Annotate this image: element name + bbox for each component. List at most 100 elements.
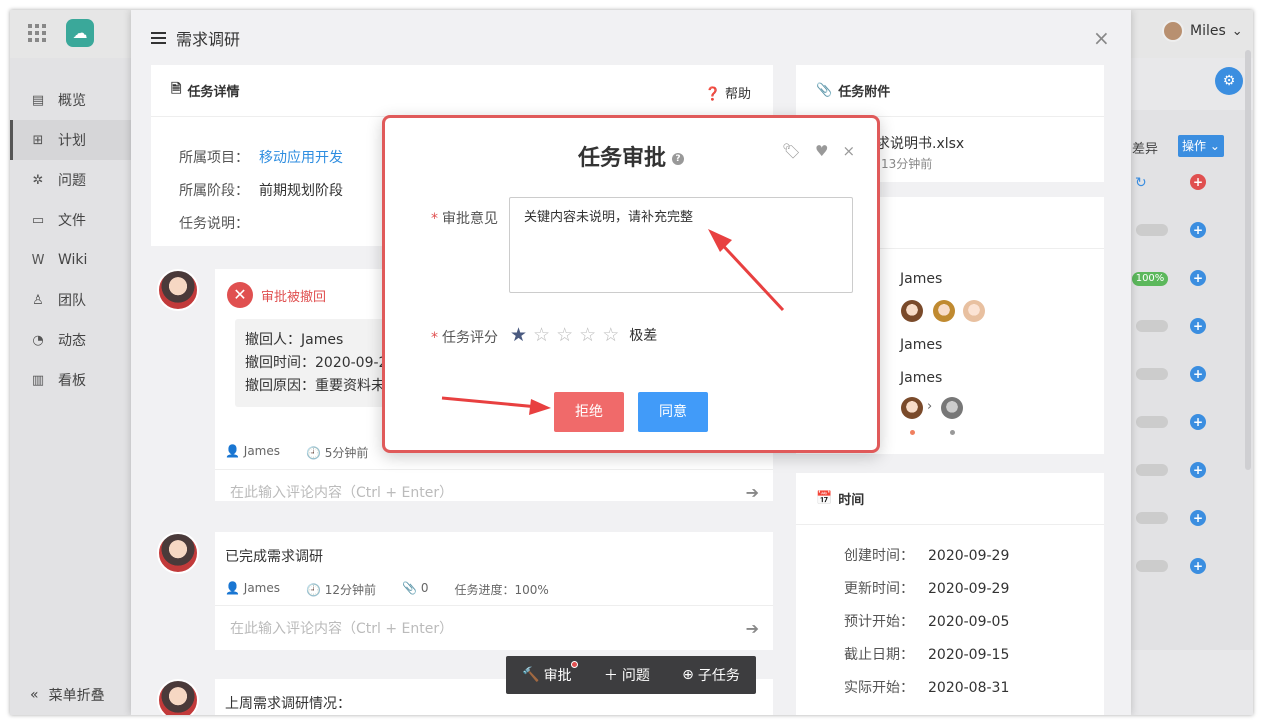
sidebar-item-team[interactable]: ♙ 团队 <box>10 280 131 320</box>
add-icon[interactable]: + <box>1190 414 1206 430</box>
folder-icon: ▭ <box>31 212 45 228</box>
flow-avatar <box>941 397 963 419</box>
stage-row: 所属阶段： 前期规划阶段 <box>179 183 343 199</box>
sidebar-item-overview[interactable]: ▤ 概览 <box>10 80 131 120</box>
sidebar-item-board[interactable]: ▥ 看板 <box>10 360 131 400</box>
wiki-icon: W <box>31 252 45 268</box>
close-icon[interactable]: × <box>843 142 856 160</box>
add-subtask-button[interactable]: ⊕ 子任务 <box>682 665 740 685</box>
rating-label: * 任务评分 <box>431 330 498 346</box>
comment-input[interactable]: 在此输入评论内容（Ctrl + Enter） ➔ <box>215 469 773 515</box>
send-arrow-icon[interactable]: ➔ <box>746 470 759 516</box>
sidebar-item-label: 概览 <box>58 93 86 109</box>
cloud-logo-icon[interactable]: ☁ <box>66 19 94 47</box>
commenter-avatar <box>157 269 199 311</box>
help-link[interactable]: ❓ 帮助 <box>705 83 751 102</box>
reject-button[interactable]: 拒绝 <box>554 392 624 432</box>
bg-column-label: 差异 <box>1132 142 1159 157</box>
progress-bar <box>1136 224 1168 236</box>
add-icon[interactable]: + <box>1190 510 1206 526</box>
refresh-icon[interactable]: ↻ <box>1135 175 1147 191</box>
question-icon[interactable]: ? <box>672 153 684 165</box>
sidebar-item-wiki[interactable]: W Wiki <box>10 240 131 280</box>
add-issue-button[interactable]: ＋问题 <box>604 665 650 685</box>
sidebar-item-label: 问题 <box>58 173 86 189</box>
add-icon[interactable]: + <box>1190 318 1206 334</box>
user-avatar <box>1162 20 1184 42</box>
tag-icon[interactable]: 🏷 <box>782 142 801 160</box>
time-row: 实际开始： 2020-08-31 <box>844 680 1010 696</box>
comment-text: 上周需求调研情况： <box>225 696 351 712</box>
opinion-textarea[interactable]: 关键内容未说明，请补充完整 <box>509 197 853 293</box>
add-icon[interactable]: + <box>1190 270 1206 286</box>
send-arrow-icon[interactable]: ➔ <box>746 606 759 652</box>
star-icon[interactable]: ☆ <box>579 324 596 346</box>
bug-icon: ✲ <box>32 172 44 188</box>
star-icon[interactable]: ☆ <box>556 324 573 346</box>
task-details-header: 🗎 任务详情 ❓ 帮助 <box>151 65 773 117</box>
panel-title-text: 需求调研 <box>176 30 241 49</box>
heart-icon[interactable]: ♥ <box>815 142 828 160</box>
sidebar-item-files[interactable]: ▭ 文件 <box>10 200 131 240</box>
double-chevron-left-icon: « <box>30 687 39 703</box>
add-icon[interactable]: + <box>1190 462 1206 478</box>
comment-input[interactable]: 在此输入评论内容（Ctrl + Enter） ➔ <box>215 605 773 651</box>
commenter-avatar <box>157 532 199 574</box>
panel-title: 需求调研 <box>151 26 240 50</box>
project-link[interactable]: 移动应用开发 <box>259 150 343 166</box>
operations-button[interactable]: 操作 ⌄ <box>1178 135 1224 157</box>
rating-stars[interactable]: ★ ☆ ☆ ☆ ☆ 极差 <box>510 324 657 346</box>
star-icon[interactable]: ☆ <box>533 324 550 346</box>
creator-name: James <box>900 370 943 386</box>
time-row: 截止日期： 2020-09-15 <box>844 647 1010 663</box>
reject-x-icon: ✕ <box>227 282 253 308</box>
comment-text: 已完成需求调研 <box>225 549 323 565</box>
assignee-name: James <box>900 271 943 287</box>
sidebar-item-issues[interactable]: ✲ 问题 <box>10 160 131 200</box>
star-icon[interactable]: ★ <box>510 324 527 346</box>
app-window: ☁ Miles ⌄ ▤ 概览 ⊞ 计划 ✲ 问题 ▭ 文件 W Wiki ♙ 团队 ◔ 动态 … <box>10 10 1253 715</box>
sidebar-item-activity[interactable]: ◔ 动态 <box>10 320 131 360</box>
approve-button[interactable]: 🔨 审批 <box>522 661 578 685</box>
member-avatar <box>933 300 955 322</box>
dialog-actions: 🏷 ♥ × <box>782 142 855 160</box>
sidebar-collapse[interactable]: « 菜单折叠 <box>10 685 131 705</box>
sidebar-item-label: Wiki <box>58 252 88 268</box>
team-icon: ♙ <box>32 292 44 308</box>
progress-text: 任务进度：100% <box>454 583 549 597</box>
opinion-label: * 审批意见 <box>431 211 498 227</box>
user-menu[interactable]: Miles ⌄ <box>1162 20 1243 42</box>
progress-bar <box>1136 560 1168 572</box>
agree-button[interactable]: 同意 <box>638 392 708 432</box>
member-avatar <box>963 300 985 322</box>
user-name: Miles <box>1190 23 1226 39</box>
add-icon[interactable]: + <box>1190 222 1206 238</box>
plus-icon: ＋ <box>603 668 618 684</box>
attachment-file-name[interactable]: 求说明书.xlsx <box>876 133 964 153</box>
clock-icon: 🕘 <box>306 446 321 460</box>
sidebar-item-label: 看板 <box>58 373 86 389</box>
sidebar-item-plan[interactable]: ⊞ 计划 <box>10 120 131 160</box>
progress-bar <box>1136 320 1168 332</box>
panel-close-icon[interactable]: × <box>1093 26 1110 50</box>
description-row: 任务说明： <box>179 216 249 232</box>
list-icon: ▤ <box>31 92 45 108</box>
add-icon[interactable]: + <box>1190 366 1206 382</box>
settings-gear-icon[interactable]: ⚙ <box>1215 67 1243 95</box>
sidebar-item-label: 计划 <box>58 133 86 149</box>
add-red-icon[interactable]: + <box>1190 174 1206 190</box>
collapse-label: 菜单折叠 <box>48 688 105 704</box>
reviewer-name: James <box>900 337 943 353</box>
add-icon[interactable]: + <box>1190 558 1206 574</box>
progress-bar <box>1136 416 1168 428</box>
apps-grid-icon[interactable] <box>28 24 46 42</box>
sidebar-item-label: 动态 <box>58 333 86 349</box>
task-list-icon <box>151 32 166 44</box>
time-row: 预计开始： 2020-09-05 <box>844 614 1010 630</box>
step-dot <box>950 430 955 435</box>
star-icon[interactable]: ☆ <box>602 324 619 346</box>
gavel-icon: 🔨 <box>522 667 540 683</box>
time-row: 更新时间： 2020-09-29 <box>844 581 1010 597</box>
scrollbar[interactable] <box>1245 50 1251 470</box>
time-card: 📅 时间 创建时间： 2020-09-29 更新时间： 2020-09-29 预计开始… <box>796 473 1104 715</box>
